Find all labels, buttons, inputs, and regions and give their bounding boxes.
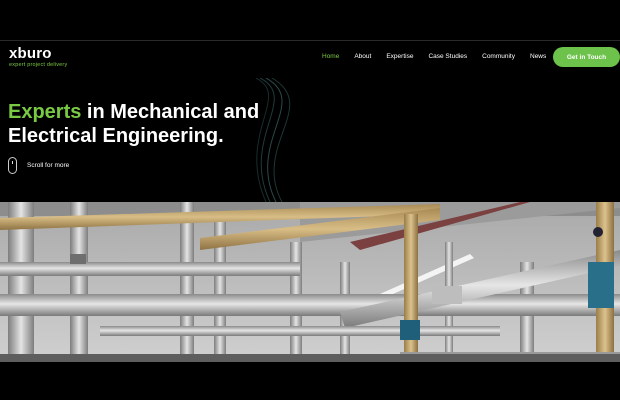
- headline-line2: Electrical Engineering.: [8, 125, 224, 147]
- scroll-label[interactable]: Scroll for more: [27, 162, 69, 169]
- industrial-pipework-photo: [0, 202, 620, 362]
- nav-about[interactable]: About: [354, 52, 371, 62]
- logo-wordmark: xburo: [9, 45, 52, 62]
- nav-case-studies[interactable]: Case Studies: [428, 52, 467, 62]
- get-in-touch-button[interactable]: Get in Touch: [553, 47, 620, 67]
- brand-logo[interactable]: xburo expert project delivery: [9, 46, 67, 68]
- headline-line1: in Mechanical and: [81, 101, 260, 123]
- nav-community[interactable]: Community: [482, 52, 515, 62]
- nav-home[interactable]: Home: [322, 52, 339, 62]
- page-footer-strip: [0, 362, 620, 400]
- hero-headline: Experts in Mechanical and Electrical Eng…: [8, 100, 259, 148]
- main-nav: Home About Expertise Case Studies Commun…: [322, 52, 561, 62]
- headline-accent: Experts: [8, 101, 82, 123]
- nav-news[interactable]: News: [530, 52, 546, 62]
- mouse-icon[interactable]: [8, 157, 17, 174]
- logo-tagline: expert project delivery: [9, 62, 68, 68]
- header-divider: [0, 40, 620, 41]
- nav-expertise[interactable]: Expertise: [386, 52, 413, 62]
